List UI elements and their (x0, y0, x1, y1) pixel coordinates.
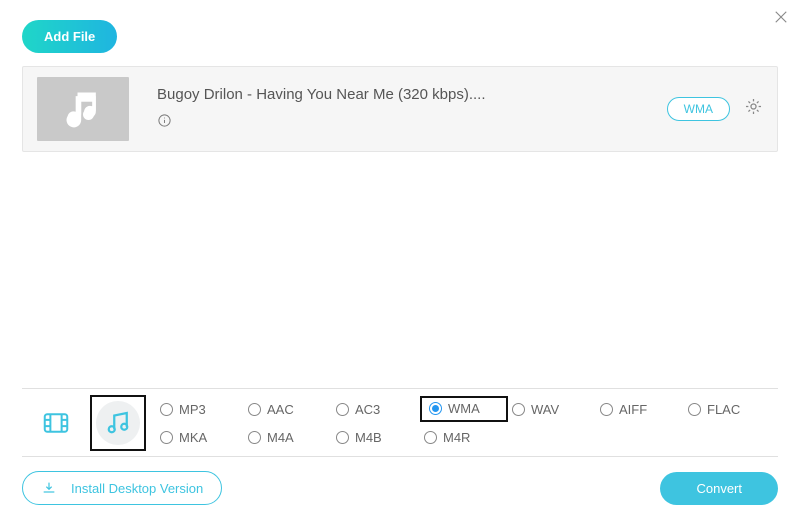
add-file-button[interactable]: Add File (22, 20, 117, 53)
format-label: M4B (355, 430, 382, 445)
format-panel: MP3 AAC AC3 WMA WAV AIFF FLAC MKA M4A M4… (22, 388, 778, 457)
format-grid: MP3 AAC AC3 WMA WAV AIFF FLAC MKA M4A M4… (156, 393, 772, 452)
format-label: FLAC (707, 402, 740, 417)
add-file-label: Add File (44, 29, 95, 44)
format-label: MKA (179, 430, 207, 445)
file-format-button[interactable]: WMA (667, 97, 730, 121)
file-card: Bugoy Drilon - Having You Near Me (320 k… (22, 66, 778, 152)
file-thumb (37, 77, 129, 141)
format-mp3[interactable]: MP3 (156, 401, 244, 418)
format-flac[interactable]: FLAC (684, 401, 772, 418)
format-wav[interactable]: WAV (508, 401, 596, 418)
format-ac3[interactable]: AC3 (332, 401, 420, 418)
audio-tab[interactable] (90, 395, 146, 451)
format-m4a[interactable]: M4A (244, 429, 332, 446)
format-label: MP3 (179, 402, 206, 417)
close-icon[interactable] (772, 8, 790, 31)
format-mka[interactable]: MKA (156, 429, 244, 446)
format-label: AIFF (619, 402, 647, 417)
footer: Install Desktop Version Convert (22, 471, 778, 505)
convert-button[interactable]: Convert (660, 472, 778, 505)
file-title: Bugoy Drilon - Having You Near Me (320 k… (157, 86, 667, 103)
format-label: AC3 (355, 402, 380, 417)
file-actions: WMA (667, 97, 763, 121)
music-icon (103, 408, 133, 438)
download-icon (41, 480, 57, 496)
format-label: M4R (443, 430, 470, 445)
format-wma[interactable]: WMA (425, 400, 502, 417)
file-text: Bugoy Drilon - Having You Near Me (320 k… (129, 86, 667, 133)
video-tab[interactable] (28, 395, 84, 451)
format-m4b[interactable]: M4B (332, 429, 420, 446)
format-label: AAC (267, 402, 294, 417)
file-format-label: WMA (684, 102, 713, 116)
format-aiff[interactable]: AIFF (596, 401, 684, 418)
install-desktop-button[interactable]: Install Desktop Version (22, 471, 222, 505)
install-label: Install Desktop Version (71, 481, 203, 496)
format-m4r[interactable]: M4R (420, 429, 508, 446)
format-aac[interactable]: AAC (244, 401, 332, 418)
format-label: WAV (531, 402, 559, 417)
music-note-icon (61, 87, 105, 131)
convert-label: Convert (696, 481, 742, 496)
gear-icon[interactable] (744, 97, 763, 121)
info-icon[interactable] (157, 113, 667, 133)
format-label: M4A (267, 430, 294, 445)
format-label: WMA (448, 401, 480, 416)
